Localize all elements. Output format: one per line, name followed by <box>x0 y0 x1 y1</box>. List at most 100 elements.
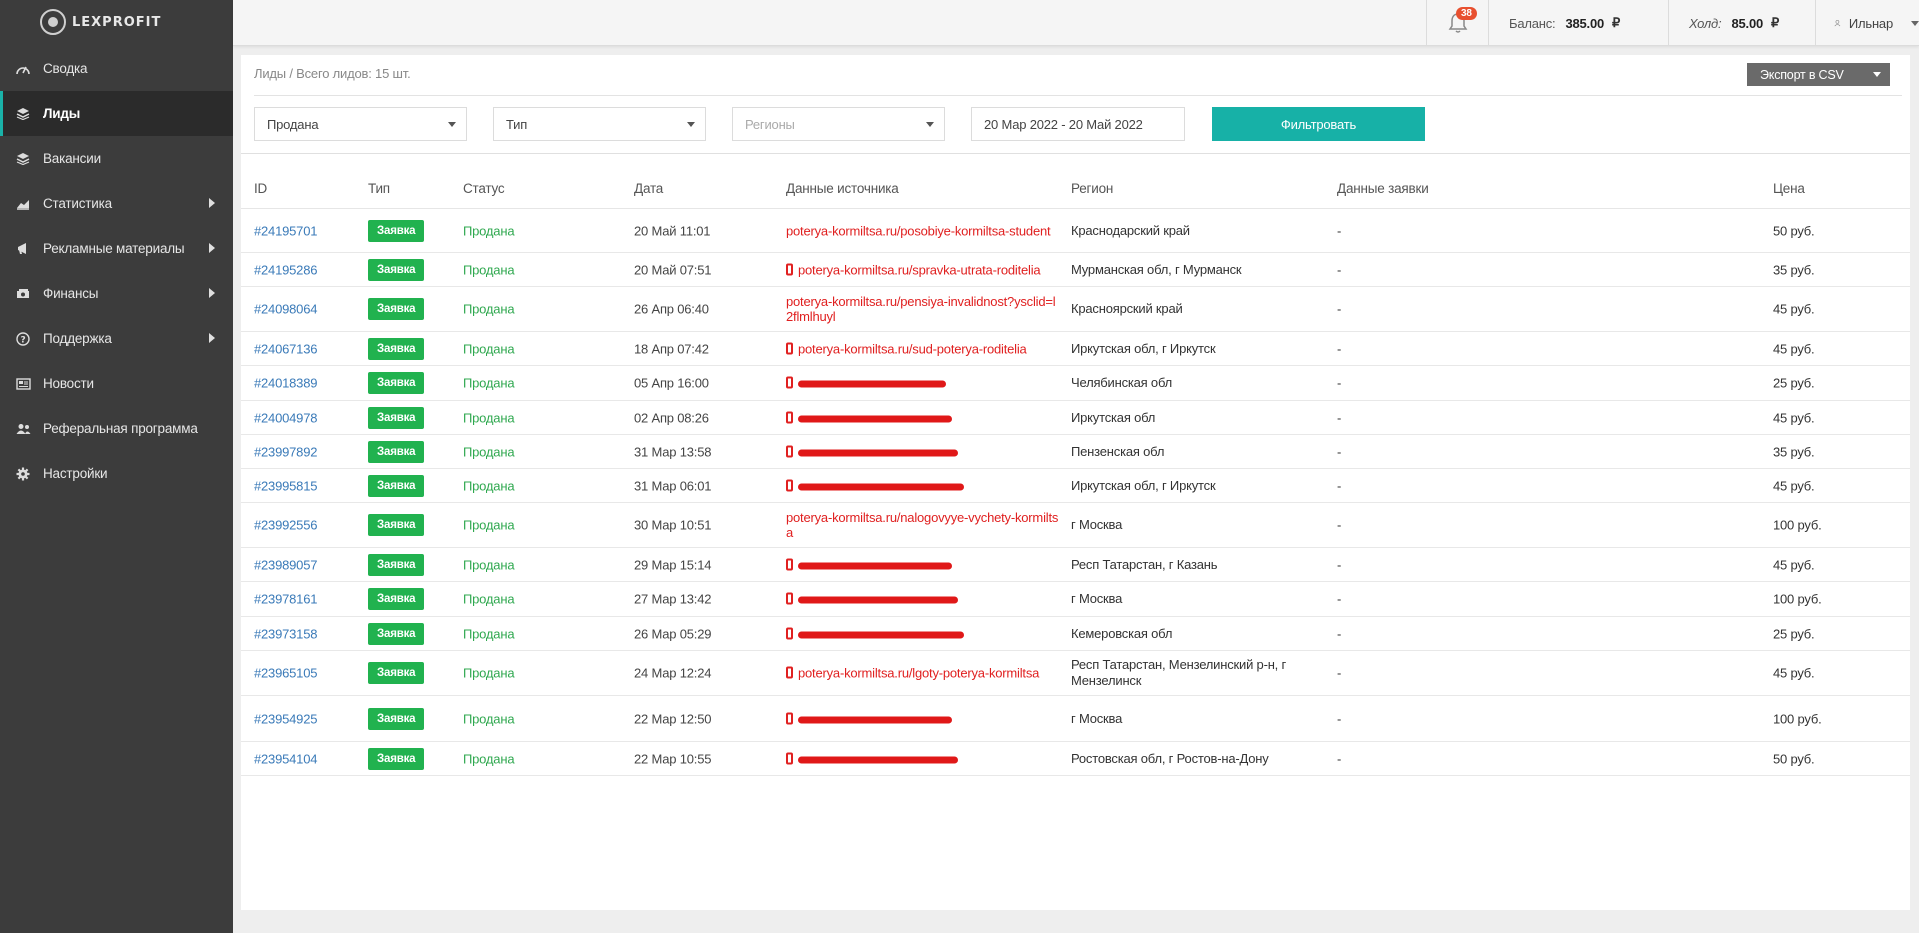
lead-type-badge: Заявка <box>368 298 425 320</box>
lead-status: Продана <box>463 223 515 238</box>
region-select[interactable]: Регионы <box>732 107 945 141</box>
lead-source-link[interactable] <box>786 626 1061 641</box>
lead-region: Иркутская обл, г Иркутск <box>1071 340 1216 356</box>
lead-source-link[interactable] <box>786 444 1061 459</box>
user-menu[interactable]: Ильнар <box>1815 0 1919 46</box>
lead-id-link[interactable]: #24098064 <box>254 302 317 317</box>
gear-icon <box>15 466 31 482</box>
table-row: #23973158 Заявка Продана 26 Мар 05:29 Кемеро… <box>241 617 1910 651</box>
lead-id-link[interactable]: #23995815 <box>254 478 317 493</box>
lead-id-link[interactable]: #23997892 <box>254 444 317 459</box>
column-header-date: Дата <box>634 181 664 196</box>
lead-request-data: - <box>1337 262 1342 277</box>
sidebar-item[interactable]: Лиды <box>0 91 233 136</box>
balance-label: Баланс: <box>1509 15 1556 31</box>
lead-source-link[interactable] <box>786 376 1061 391</box>
lead-type-badge: Заявка <box>368 440 425 463</box>
lead-region: Пензенская обл <box>1071 443 1165 459</box>
lead-source-link[interactable]: poterya-kormiltsa.ru/sud-poterya-roditel… <box>786 341 1061 356</box>
logo-text: LEXPROFIT <box>72 14 162 30</box>
sidebar-item[interactable]: Сводка <box>0 46 233 91</box>
lead-type-badge: Заявка <box>368 219 425 242</box>
lead-request-data: - <box>1337 444 1342 459</box>
breadcrumb: Лиды / Всего лидов: 15 шт. <box>254 66 411 81</box>
lead-id-link[interactable]: #24067136 <box>254 341 317 356</box>
lead-source-link[interactable] <box>786 478 1061 493</box>
date-range-input[interactable]: 20 Мар 2022 - 20 Май 2022 <box>971 107 1185 141</box>
lead-source-link[interactable]: poterya-kormiltsa.ru/spravka-utrata-rodi… <box>786 262 1061 277</box>
lead-id-link[interactable]: #23992556 <box>254 518 317 533</box>
lead-price: 35 руб. <box>1773 262 1815 277</box>
table-body: #24195701 Заявка Продана 20 Май 11:01 potery… <box>241 209 1910 776</box>
lead-request-data: - <box>1337 591 1342 607</box>
leads-table: ID Тип Статус Дата Данные источника Реги… <box>241 164 1910 776</box>
lead-type-badge: Заявка <box>368 553 425 576</box>
svg-text:?: ? <box>20 335 25 345</box>
sidebar-item-label: Финансы <box>43 286 99 301</box>
type-select[interactable]: Тип <box>493 107 706 141</box>
lead-status: Продана <box>463 751 515 766</box>
lead-id-link[interactable]: #24004978 <box>254 410 317 425</box>
lead-date: 31 Мар 06:01 <box>634 478 712 493</box>
lead-id-link[interactable]: #23989057 <box>254 557 317 572</box>
lead-price: 100 руб. <box>1773 711 1822 726</box>
lead-id-link[interactable]: #24195286 <box>254 262 317 277</box>
lead-source-link[interactable] <box>786 751 1061 766</box>
notifications-button[interactable]: 38 <box>1426 0 1488 46</box>
sidebar-item[interactable]: ? Поддержка <box>0 316 233 361</box>
lead-region: Красноярский край <box>1071 301 1183 316</box>
lead-price: 45 руб. <box>1773 301 1815 317</box>
lead-source-link[interactable] <box>786 410 1061 425</box>
sidebar-item[interactable]: Вакансии <box>0 136 233 181</box>
lead-source-link[interactable]: poterya-kormiltsa.ru/nalogovyye-vychety-… <box>786 510 1061 540</box>
lead-status: Продана <box>463 711 515 726</box>
phone-icon <box>786 445 793 457</box>
lead-id-link[interactable]: #23954104 <box>254 751 317 766</box>
lead-type-badge: Заявка <box>368 514 425 536</box>
sidebar-item[interactable]: Реферальная программа <box>0 406 233 451</box>
lead-source-link[interactable] <box>786 557 1061 572</box>
lead-id-link[interactable]: #23954925 <box>254 711 317 726</box>
filter-button[interactable]: Фильтровать <box>1212 107 1425 141</box>
lead-id-link[interactable]: #23978161 <box>254 592 317 607</box>
hold-label: Холд: <box>1689 15 1722 31</box>
sidebar-item-label: Настройки <box>43 466 108 481</box>
balance-widget: Баланс: 385.00 ₽ <box>1488 0 1668 46</box>
lead-id-link[interactable]: #24195701 <box>254 223 317 238</box>
lead-status: Продана <box>463 478 515 493</box>
user-icon <box>1834 20 1841 27</box>
lead-price: 45 руб. <box>1773 557 1815 572</box>
status-select[interactable]: Продана <box>254 107 467 141</box>
lead-status: Продана <box>463 557 515 572</box>
sidebar-item[interactable]: Финансы <box>0 271 233 316</box>
sidebar-item[interactable]: Новости <box>0 361 233 406</box>
lead-request-data: - <box>1337 223 1342 238</box>
lead-source-link[interactable] <box>786 592 1061 607</box>
lead-status: Продана <box>463 591 515 607</box>
export-csv-button[interactable]: Экспорт в CSV <box>1747 63 1890 86</box>
lead-status: Продана <box>463 665 515 681</box>
column-header-price: Цена <box>1773 181 1805 196</box>
lead-id-link[interactable]: #23965105 <box>254 666 317 681</box>
lead-source-text: poterya-kormiltsa.ru/sud-poterya-roditel… <box>798 341 1027 356</box>
lead-source-link[interactable]: poterya-kormiltsa.ru/pensiya-invalidnost… <box>786 294 1061 324</box>
lead-date: 18 Апр 07:42 <box>634 341 709 356</box>
table-row: #23995815 Заявка Продана 31 Мар 06:01 Иркутс… <box>241 469 1910 503</box>
lead-region: Респ Татарстан, г Казань <box>1071 556 1218 572</box>
lead-id-link[interactable]: #23973158 <box>254 626 317 641</box>
divider <box>241 153 1910 154</box>
sidebar-item[interactable]: Рекламные материалы <box>0 226 233 271</box>
lead-region: Челябинская обл <box>1071 375 1173 390</box>
lead-type-badge: Заявка <box>368 747 425 770</box>
lead-source-link[interactable]: poterya-kormiltsa.ru/posobiye-kormiltsa-… <box>786 223 1061 238</box>
lead-region: Краснодарский край <box>1071 222 1190 238</box>
sidebar-item[interactable]: Статистика <box>0 181 233 226</box>
logo[interactable]: LEXPROFIT <box>0 0 233 44</box>
lead-id-link[interactable]: #24018389 <box>254 376 317 391</box>
lead-source-link[interactable]: poterya-kormiltsa.ru/lgoty-poterya-kormi… <box>786 666 1061 681</box>
lead-status: Продана <box>463 375 515 391</box>
lead-date: 31 Мар 13:58 <box>634 444 712 459</box>
lead-source-link[interactable] <box>786 711 1061 726</box>
table-row: #23954925 Заявка Продана 22 Мар 12:50 г Моск… <box>241 696 1910 742</box>
sidebar-item[interactable]: Настройки <box>0 451 233 496</box>
